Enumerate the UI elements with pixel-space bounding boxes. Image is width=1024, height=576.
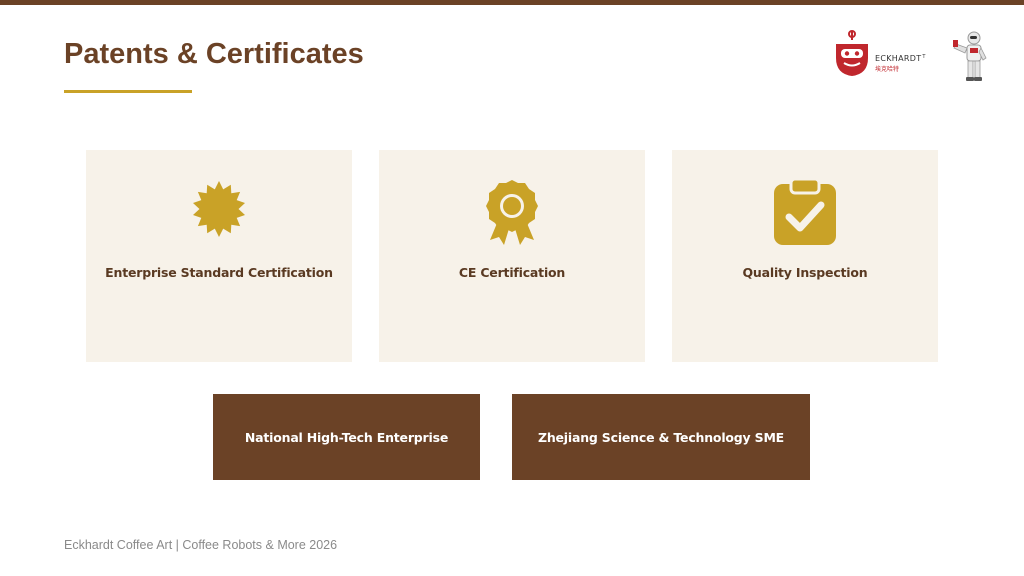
slide-footer: Eckhardt Coffee Art | Coffee Robots & Mo…: [64, 538, 338, 552]
card-quality-inspection: Quality Inspection: [672, 150, 938, 362]
card-label: Enterprise Standard Certification: [105, 265, 333, 280]
robot-mascot-icon: [953, 31, 987, 81]
national-high-tech-box: National High-Tech Enterprise: [213, 394, 480, 480]
top-accent-bar: [0, 0, 1024, 5]
title-underline: [64, 90, 192, 93]
award-ribbon-icon: [486, 180, 538, 245]
slide-title: Patents & Certificates: [64, 38, 364, 70]
logo-brand-text: ECKHARDTT: [875, 54, 926, 63]
card-label: Quality Inspection: [742, 265, 868, 280]
card-ce-certification: CE Certification: [379, 150, 645, 362]
box-label: National High-Tech Enterprise: [244, 429, 449, 445]
clipboard-check-icon: [774, 178, 836, 245]
seal-badge-icon: [193, 181, 245, 237]
card-enterprise-standard: Enterprise Standard Certification: [86, 150, 352, 362]
zhejiang-sme-box: Zhejiang Science & Technology SME: [512, 394, 810, 480]
logo-chinese-text: 埃克哈特: [875, 66, 900, 73]
card-label: CE Certification: [458, 265, 566, 280]
box-label: Zhejiang Science & Technology SME: [537, 429, 785, 445]
